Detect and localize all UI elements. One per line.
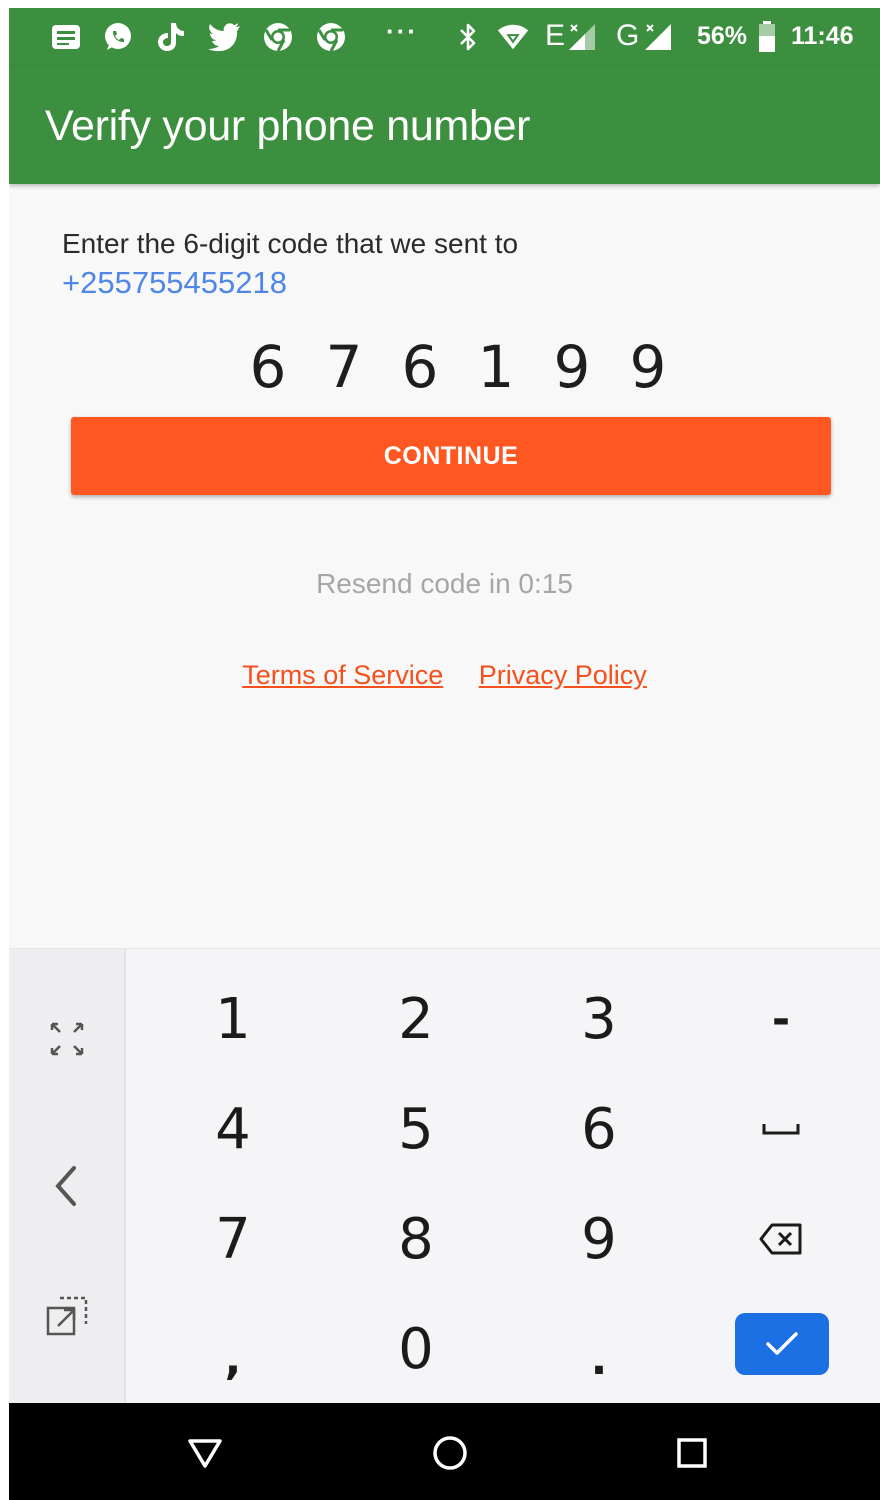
- signal-g-icon: [641, 20, 675, 54]
- phone-screen: ··· E G 56% 11:46 Verify your phone numb…: [9, 8, 880, 1500]
- legal-links: Terms of Service Privacy Policy: [9, 660, 880, 691]
- key-5[interactable]: 5: [356, 1084, 476, 1174]
- key-2[interactable]: 2: [356, 974, 476, 1064]
- whatsapp-icon: [101, 20, 135, 54]
- wifi-icon: [496, 20, 530, 54]
- battery-percent: 56%: [697, 22, 748, 50]
- chrome-icon: [314, 20, 348, 54]
- chevron-left-icon[interactable]: [37, 1156, 97, 1216]
- instruction-text: Enter the 6-digit code that we sent to: [62, 228, 519, 259]
- home-circle-icon[interactable]: [428, 1431, 472, 1475]
- code-digit[interactable]: 9: [618, 333, 678, 401]
- enter-check-icon[interactable]: [735, 1313, 829, 1375]
- space-icon[interactable]: [721, 1084, 841, 1174]
- expand-icon[interactable]: [37, 1009, 97, 1069]
- key-4[interactable]: 4: [173, 1084, 293, 1174]
- back-triangle-icon[interactable]: [183, 1431, 227, 1475]
- recents-square-icon[interactable]: [670, 1431, 714, 1475]
- key-9[interactable]: 9: [539, 1194, 659, 1284]
- continue-button[interactable]: CONTINUE: [71, 417, 831, 495]
- code-digit[interactable]: 7: [314, 333, 374, 401]
- key-8[interactable]: 8: [356, 1194, 476, 1284]
- key-0[interactable]: 0: [356, 1304, 476, 1394]
- key-minus[interactable]: -: [721, 974, 841, 1064]
- key-6[interactable]: 6: [539, 1084, 659, 1174]
- phone-number-link[interactable]: +255755455218: [62, 265, 287, 301]
- battery-icon: [750, 20, 784, 54]
- app-bar: Verify your phone number: [9, 66, 880, 184]
- backspace-icon[interactable]: [721, 1194, 841, 1284]
- navigation-bar: [9, 1403, 880, 1500]
- code-digit[interactable]: 9: [542, 333, 602, 401]
- terms-of-service-link[interactable]: Terms of Service: [242, 660, 443, 690]
- bluetooth-icon: [451, 20, 485, 54]
- floating-keyboard-icon[interactable]: [37, 1287, 97, 1347]
- tiktok-icon: [154, 20, 188, 54]
- key-comma[interactable]: ,: [173, 1314, 293, 1404]
- resend-code-text: Resend code in 0:15: [316, 568, 573, 599]
- more-dots-icon: ···: [386, 16, 418, 46]
- status-bar: ··· E G 56% 11:46: [9, 8, 880, 66]
- status-time: 11:46: [791, 22, 854, 50]
- signal-e-label: E: [545, 19, 566, 52]
- privacy-policy-link[interactable]: Privacy Policy: [479, 660, 647, 690]
- chrome-icon: [261, 20, 295, 54]
- signal-g-label: G: [616, 19, 640, 52]
- code-digit[interactable]: 1: [466, 333, 526, 401]
- key-3[interactable]: 3: [539, 974, 659, 1064]
- code-input[interactable]: 6 7 6 1 9 9: [238, 333, 678, 401]
- keyboard-side-panel: [9, 949, 126, 1404]
- messages-icon: [49, 20, 83, 54]
- key-period[interactable]: .: [539, 1314, 659, 1404]
- twitter-icon: [207, 20, 241, 54]
- page-title: Verify your phone number: [45, 102, 531, 150]
- code-digit[interactable]: 6: [238, 333, 298, 401]
- signal-e-icon: [565, 20, 599, 54]
- key-1[interactable]: 1: [173, 974, 293, 1064]
- code-digit[interactable]: 6: [390, 333, 450, 401]
- key-7[interactable]: 7: [173, 1194, 293, 1284]
- numeric-keyboard: 1 2 3 - 4 5 6 7 8 9 , 0 .: [9, 948, 880, 1404]
